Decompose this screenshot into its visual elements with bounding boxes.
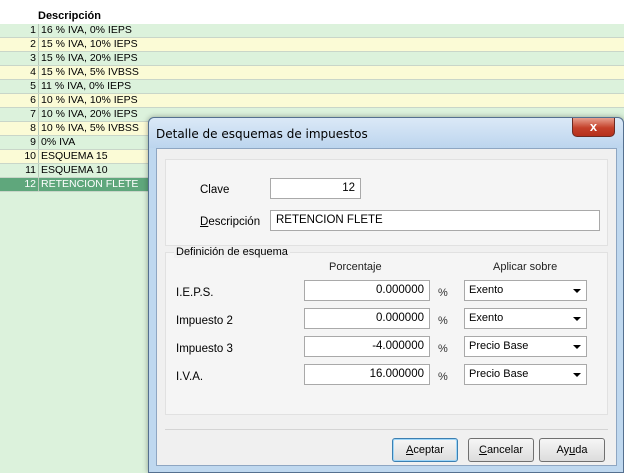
row-description: ESQUEMA 15 (38, 150, 108, 163)
row-number: 6 (30, 94, 36, 106)
row-description: 10 % IVA, 10% IEPS (38, 94, 138, 107)
select-value: Exento (469, 284, 504, 296)
grid-row[interactable]: 5 11 % IVA, 0% IEPS (0, 80, 624, 94)
row-description: 10 % IVA, 20% IEPS (38, 108, 138, 121)
descripcion-field[interactable]: RETENCION FLETE (270, 210, 600, 231)
dialog-body: Clave 12 Descripción RETENCION FLETE Def… (156, 148, 617, 466)
chevron-down-icon (573, 345, 581, 349)
grid-row[interactable]: 1 16 % IVA, 0% IEPS (0, 24, 624, 38)
percent-icon: % (438, 371, 448, 383)
cancelar-button[interactable]: Cancelar (468, 438, 534, 462)
grid-header-descripcion[interactable]: Descripción (38, 10, 101, 22)
row-number: 4 (30, 66, 36, 78)
aceptar-button[interactable]: Aceptar (392, 438, 458, 462)
row-number: 5 (30, 80, 36, 92)
percent-icon: % (438, 287, 448, 299)
ieps-label: I.E.P.S. (176, 287, 214, 299)
close-icon: x (589, 119, 598, 134)
row-number: 7 (30, 108, 36, 120)
ayuda-button[interactable]: Ayuda (539, 438, 605, 462)
clave-label: Clave (200, 184, 230, 196)
dialog-title: Detalle de esquemas de impuestos (156, 127, 368, 141)
row-description: 16 % IVA, 0% IEPS (38, 24, 132, 37)
row-number: 10 (24, 150, 36, 162)
aplicar-sobre-header: Aplicar sobre (493, 261, 558, 273)
tax-scheme-dialog: Detalle de esquemas de impuestos x Clave… (148, 117, 624, 473)
grid-row[interactable]: 4 15 % IVA, 5% IVBSS (0, 66, 624, 80)
row-number: 11 (25, 164, 36, 176)
percent-icon: % (438, 343, 448, 355)
impuesto3-label: Impuesto 3 (176, 343, 233, 355)
impuesto2-percent-input[interactable]: 0.000000 (304, 308, 430, 329)
select-value: Exento (469, 312, 504, 324)
grid-row[interactable]: 6 10 % IVA, 10% IEPS (0, 94, 624, 108)
row-description: 15 % IVA, 20% IEPS (38, 52, 138, 65)
button-separator (165, 429, 608, 430)
row-description: 10 % IVA, 5% IVBSS (38, 122, 139, 135)
row-description: 11 % IVA, 0% IEPS (38, 80, 131, 93)
grid-row[interactable]: 2 15 % IVA, 10% IEPS (0, 38, 624, 52)
chevron-down-icon (573, 317, 581, 321)
row-number: 1 (30, 24, 36, 36)
close-button[interactable]: x (572, 118, 615, 137)
scheme-definition-panel (165, 252, 608, 415)
row-description: 15 % IVA, 10% IEPS (38, 38, 138, 51)
section-title: Definición de esquema (174, 246, 290, 258)
select-value: Precio Base (469, 340, 529, 352)
descripcion-label: Descripción (200, 216, 261, 228)
select-value: Precio Base (469, 368, 529, 380)
porcentaje-header: Porcentaje (329, 261, 382, 273)
row-number: 9 (30, 136, 36, 148)
row-description: 0% IVA (38, 136, 75, 149)
dialog-titlebar[interactable]: Detalle de esquemas de impuestos x (149, 118, 623, 148)
impuesto3-apply-select[interactable]: Precio Base (464, 336, 587, 357)
impuesto2-apply-select[interactable]: Exento (464, 308, 587, 329)
row-description: RETENCION FLETE (38, 178, 138, 191)
iva-percent-input[interactable]: 16.000000 (304, 364, 430, 385)
row-number: 2 (30, 38, 36, 50)
row-description: ESQUEMA 10 (38, 164, 108, 177)
chevron-down-icon (573, 289, 581, 293)
row-number: 12 (24, 178, 36, 190)
percent-icon: % (438, 315, 448, 327)
iva-label: I.V.A. (176, 371, 204, 383)
impuesto3-percent-input[interactable]: -4.000000 (304, 336, 430, 357)
row-description: 15 % IVA, 5% IVBSS (38, 66, 139, 79)
clave-field[interactable]: 12 (270, 178, 361, 199)
grid-empty-area (0, 192, 150, 473)
ieps-apply-select[interactable]: Exento (464, 280, 587, 301)
iva-apply-select[interactable]: Precio Base (464, 364, 587, 385)
row-number: 3 (30, 52, 36, 64)
ieps-percent-input[interactable]: 0.000000 (304, 280, 430, 301)
header-panel: Clave 12 Descripción RETENCION FLETE (165, 159, 608, 246)
grid-row[interactable]: 3 15 % IVA, 20% IEPS (0, 52, 624, 66)
impuesto2-label: Impuesto 2 (176, 315, 233, 327)
chevron-down-icon (573, 373, 581, 377)
row-number: 8 (30, 122, 36, 134)
